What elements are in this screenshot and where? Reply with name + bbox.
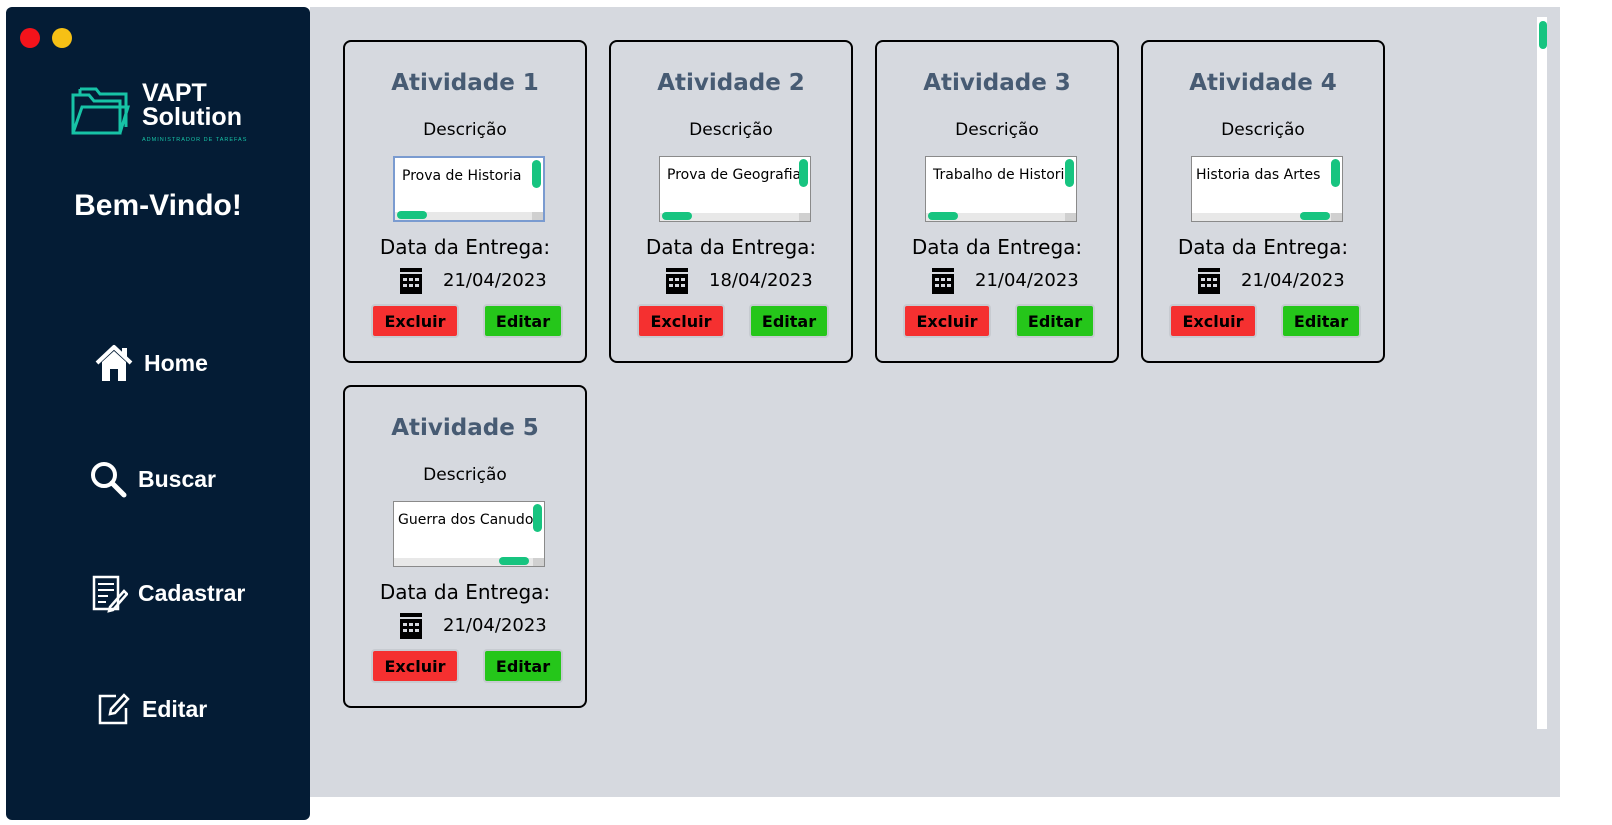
logo-line1: VAPT	[142, 79, 207, 107]
description-hscroll[interactable]	[928, 212, 958, 220]
description-vscroll[interactable]	[533, 504, 542, 532]
activity-title: Atividade 1	[391, 70, 539, 96]
edit-button[interactable]: Editar	[483, 649, 563, 683]
main-content: Atividade 1 Descrição Prova de Historia …	[310, 7, 1560, 797]
register-form-icon	[92, 575, 128, 613]
delete-button[interactable]: Excluir	[371, 304, 459, 338]
calendar-icon	[400, 613, 422, 639]
description-text: Historia das Artes	[1196, 167, 1321, 183]
description-field[interactable]: Prova de Geografia	[659, 156, 811, 222]
nav-home[interactable]: Home	[94, 343, 208, 383]
logo-line2: Solution	[142, 103, 242, 131]
due-date-value: 21/04/2023	[443, 615, 547, 636]
activity-card: Atividade 2 Descrição Prova de Geografia…	[609, 40, 853, 363]
description-vscroll[interactable]	[1331, 159, 1340, 187]
nav-editar-label: Editar	[142, 695, 208, 722]
delete-button[interactable]: Excluir	[371, 649, 459, 683]
description-text: Trabalho de Historia	[933, 167, 1074, 183]
due-date-label: Data da Entrega:	[645, 235, 817, 259]
description-label: Descrição	[1221, 120, 1305, 140]
scroll-corner	[1331, 213, 1342, 221]
calendar-icon	[400, 268, 422, 294]
scroll-corner	[532, 212, 543, 220]
minimize-window-button[interactable]	[52, 28, 72, 48]
description-vscroll[interactable]	[532, 160, 541, 188]
nav-cadastrar[interactable]: Cadastrar	[92, 573, 245, 613]
description-hscroll[interactable]	[397, 211, 427, 219]
description-label: Descrição	[423, 120, 507, 140]
calendar-icon	[932, 268, 954, 294]
activity-title: Atividade 4	[1189, 70, 1337, 96]
due-date-value: 21/04/2023	[1241, 270, 1345, 291]
activity-card: Atividade 5 Descrição Guerra dos Canudos…	[343, 385, 587, 708]
due-date-label: Data da Entrega:	[1177, 235, 1349, 259]
nav-cadastrar-label: Cadastrar	[138, 579, 246, 606]
description-hscroll[interactable]	[499, 557, 529, 565]
description-text: Guerra dos Canudos	[398, 512, 541, 528]
description-field[interactable]: Historia das Artes	[1191, 156, 1343, 222]
sidebar: VAPT Solution ADMINISTRADOR DE TAREFAS B…	[6, 7, 310, 820]
logo: VAPT Solution ADMINISTRADOR DE TAREFAS	[70, 79, 250, 149]
edit-button[interactable]: Editar	[1281, 304, 1361, 338]
home-icon	[95, 345, 133, 381]
edit-icon	[98, 693, 130, 725]
activity-title: Atividade 2	[657, 70, 805, 96]
calendar-icon	[1198, 268, 1220, 294]
description-hscroll[interactable]	[1300, 212, 1330, 220]
description-label: Descrição	[689, 120, 773, 140]
description-field[interactable]: Prova de Historia	[393, 156, 545, 222]
description-label: Descrição	[955, 120, 1039, 140]
folder-icon	[71, 87, 130, 135]
delete-button[interactable]: Excluir	[903, 304, 991, 338]
activity-card: Atividade 4 Descrição Historia das Artes…	[1141, 40, 1385, 363]
description-field[interactable]: Trabalho de Historia	[925, 156, 1077, 222]
activity-card: Atividade 3 Descrição Trabalho de Histor…	[875, 40, 1119, 363]
description-vscroll[interactable]	[1065, 159, 1074, 187]
calendar-icon	[666, 268, 688, 294]
edit-button[interactable]: Editar	[749, 304, 829, 338]
nav-buscar-label: Buscar	[138, 465, 216, 492]
main-scroll-track[interactable]	[1537, 17, 1547, 729]
due-date-value: 18/04/2023	[709, 270, 813, 291]
activity-title: Atividade 3	[923, 70, 1071, 96]
delete-button[interactable]: Excluir	[637, 304, 725, 338]
edit-button[interactable]: Editar	[1015, 304, 1095, 338]
nav-editar[interactable]: Editar	[96, 691, 207, 727]
nav-home-label: Home	[144, 349, 208, 376]
welcome-heading: Bem-Vindo!	[74, 189, 242, 222]
search-icon	[91, 462, 127, 498]
activity-card: Atividade 1 Descrição Prova de Historia …	[343, 40, 587, 363]
due-date-label: Data da Entrega:	[911, 235, 1083, 259]
delete-button[interactable]: Excluir	[1169, 304, 1257, 338]
description-hscroll[interactable]	[662, 212, 692, 220]
scroll-corner	[533, 558, 544, 566]
due-date-value: 21/04/2023	[975, 270, 1079, 291]
description-text: Prova de Geografia	[667, 167, 802, 183]
logo-tagline: ADMINISTRADOR DE TAREFAS	[142, 137, 248, 143]
due-date-value: 21/04/2023	[443, 270, 547, 291]
close-window-button[interactable]	[20, 28, 40, 48]
scroll-corner	[799, 213, 810, 221]
activity-title: Atividade 5	[391, 415, 539, 441]
scroll-corner	[1065, 213, 1076, 221]
description-vscroll[interactable]	[799, 159, 808, 187]
edit-button[interactable]: Editar	[483, 304, 563, 338]
main-scroll-thumb[interactable]	[1539, 21, 1547, 49]
description-label: Descrição	[423, 465, 507, 485]
due-date-label: Data da Entrega:	[379, 580, 551, 604]
description-text: Prova de Historia	[402, 168, 522, 184]
description-field[interactable]: Guerra dos Canudos	[393, 501, 545, 567]
due-date-label: Data da Entrega:	[379, 235, 551, 259]
nav-buscar[interactable]: Buscar	[88, 459, 216, 499]
